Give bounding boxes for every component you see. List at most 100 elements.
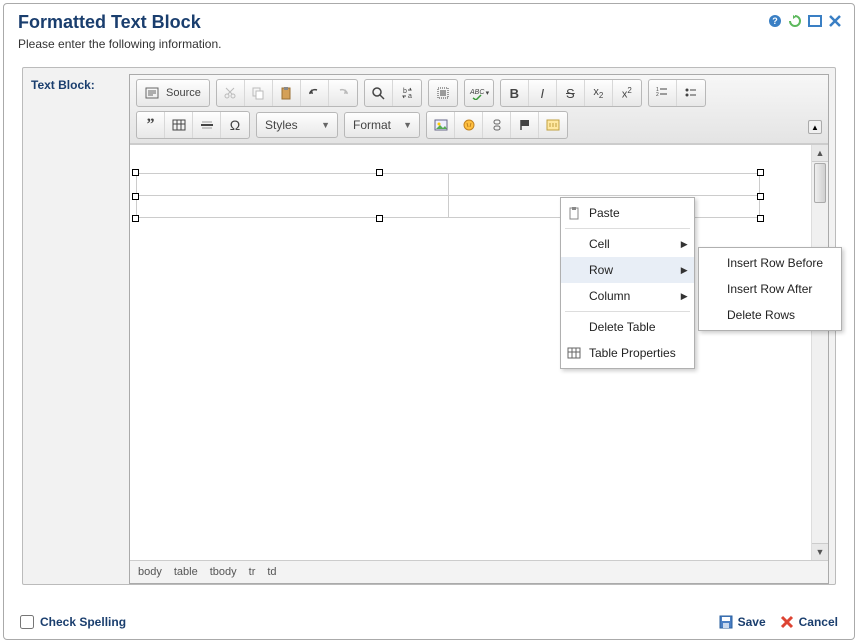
special-char-button[interactable]: Ω <box>221 112 249 138</box>
svg-text:2: 2 <box>656 92 659 98</box>
toolbar-group-insert: ” Ω <box>136 111 250 139</box>
selection-handle[interactable] <box>132 215 139 222</box>
paste-button[interactable] <box>273 80 301 106</box>
selection-handle[interactable] <box>757 215 764 222</box>
submenu-arrow-icon: ▶ <box>681 265 688 276</box>
toolbar-row-2: ” Ω Styles ▼ Format ▼ <box>136 111 822 139</box>
copy-button[interactable] <box>245 80 273 106</box>
check-spelling-checkbox[interactable]: Check Spelling <box>20 615 126 629</box>
collapse-toolbar-button[interactable]: ▲ <box>808 120 822 134</box>
submenu-delete-rows-label: Delete Rows <box>727 308 795 322</box>
elements-path-td[interactable]: td <box>267 566 276 578</box>
svg-text:?: ? <box>772 16 778 26</box>
footer-actions: Save Cancel <box>719 615 838 629</box>
blockquote-button[interactable]: ” <box>137 112 165 138</box>
elements-path-body[interactable]: body <box>138 566 162 578</box>
svg-text:a: a <box>408 93 412 100</box>
selection-handle[interactable] <box>757 193 764 200</box>
toolbar-group-format: B I S x2 x2 <box>500 79 642 107</box>
context-menu-cell[interactable]: Cell ▶ <box>561 231 694 257</box>
toolbar-group-spell: ABC▾ <box>464 79 494 107</box>
undo-button[interactable] <box>301 80 329 106</box>
submenu-insert-row-after[interactable]: Insert Row After <box>699 276 841 302</box>
scrollbar[interactable]: ▲ ▼ <box>811 145 828 560</box>
embed-button[interactable] <box>539 112 567 138</box>
spellcheck-button[interactable]: ABC▾ <box>465 80 493 106</box>
table-icon <box>566 345 582 361</box>
bullet-list-button[interactable] <box>677 80 705 106</box>
bold-button[interactable]: B <box>501 80 529 106</box>
cut-button[interactable] <box>217 80 245 106</box>
context-menu-row[interactable]: Row ▶ <box>561 257 694 283</box>
save-button[interactable]: Save <box>719 615 766 629</box>
anchor-button[interactable] <box>511 112 539 138</box>
image-button[interactable] <box>427 112 455 138</box>
scroll-thumb[interactable] <box>814 163 826 203</box>
source-button[interactable]: Source <box>137 80 209 106</box>
scroll-down-icon[interactable]: ▼ <box>812 543 828 560</box>
link-button[interactable] <box>455 112 483 138</box>
hr-button[interactable] <box>193 112 221 138</box>
dialog-footer: Check Spelling Save Cancel <box>4 605 854 639</box>
context-menu-delete-table-label: Delete Table <box>589 320 656 334</box>
context-menu-paste[interactable]: Paste <box>561 200 694 226</box>
close-icon[interactable] <box>828 14 842 28</box>
toolbar-row-1: Source <box>136 79 822 107</box>
scroll-up-icon[interactable]: ▲ <box>812 145 828 162</box>
submenu-insert-row-before[interactable]: Insert Row Before <box>699 250 841 276</box>
help-icon[interactable]: ? <box>768 14 782 28</box>
dialog-subtitle: Please enter the following information. <box>18 37 840 51</box>
table-cell[interactable] <box>137 196 449 218</box>
toolbar-group-selall <box>428 79 458 107</box>
submenu-delete-rows[interactable]: Delete Rows <box>699 302 841 328</box>
selection-handle[interactable] <box>132 169 139 176</box>
selection-handle[interactable] <box>376 169 383 176</box>
context-menu-delete-table[interactable]: Delete Table <box>561 314 694 340</box>
replace-button[interactable]: ba <box>393 80 421 106</box>
numbered-list-button[interactable]: 12 <box>649 80 677 106</box>
toolbar-group-objects <box>426 111 568 139</box>
check-spelling-label: Check Spelling <box>40 615 126 629</box>
format-combo[interactable]: Format ▼ <box>344 112 420 138</box>
dialog-header: Formatted Text Block Please enter the fo… <box>4 4 854 57</box>
editor-toolbar: Source <box>130 75 828 144</box>
redo-button[interactable] <box>329 80 357 106</box>
cancel-button[interactable]: Cancel <box>780 615 838 629</box>
check-spelling-input[interactable] <box>20 615 34 629</box>
find-button[interactable] <box>365 80 393 106</box>
toolbar-group-list: 12 <box>648 79 706 107</box>
context-menu: Paste Cell ▶ Row ▶ Column ▶ Delete Table… <box>560 197 695 369</box>
styles-combo[interactable]: Styles ▼ <box>256 112 338 138</box>
select-all-button[interactable] <box>429 80 457 106</box>
elements-path-tr[interactable]: tr <box>249 566 256 578</box>
context-menu-column[interactable]: Column ▶ <box>561 283 694 309</box>
source-label: Source <box>166 87 201 99</box>
cancel-label: Cancel <box>799 615 838 629</box>
save-label: Save <box>738 615 766 629</box>
strike-button[interactable]: S <box>557 80 585 106</box>
refresh-icon[interactable] <box>788 14 802 28</box>
elements-path-tbody[interactable]: tbody <box>210 566 237 578</box>
editor-content-area[interactable]: ▲ ▼ <box>130 144 828 561</box>
dialog-header-icons: ? <box>768 14 842 28</box>
context-menu-paste-label: Paste <box>589 206 620 220</box>
context-menu-cell-label: Cell <box>589 237 610 251</box>
superscript-button[interactable]: x2 <box>613 80 641 106</box>
toolbar-group-source: Source <box>136 79 210 107</box>
table-cell[interactable] <box>448 174 760 196</box>
selection-handle[interactable] <box>757 169 764 176</box>
selection-handle[interactable] <box>132 193 139 200</box>
table-button[interactable] <box>165 112 193 138</box>
table-cell[interactable] <box>137 174 449 196</box>
elements-path-table[interactable]: table <box>174 566 198 578</box>
format-label: Format <box>353 118 391 132</box>
unlink-button[interactable] <box>483 112 511 138</box>
selection-handle[interactable] <box>376 215 383 222</box>
italic-button[interactable]: I <box>529 80 557 106</box>
context-menu-table-properties[interactable]: Table Properties <box>561 340 694 366</box>
context-menu-table-properties-label: Table Properties <box>589 346 676 360</box>
subscript-button[interactable]: x2 <box>585 80 613 106</box>
context-menu-row-label: Row <box>589 263 613 277</box>
submenu-insert-row-after-label: Insert Row After <box>727 282 812 296</box>
maximize-icon[interactable] <box>808 14 822 28</box>
